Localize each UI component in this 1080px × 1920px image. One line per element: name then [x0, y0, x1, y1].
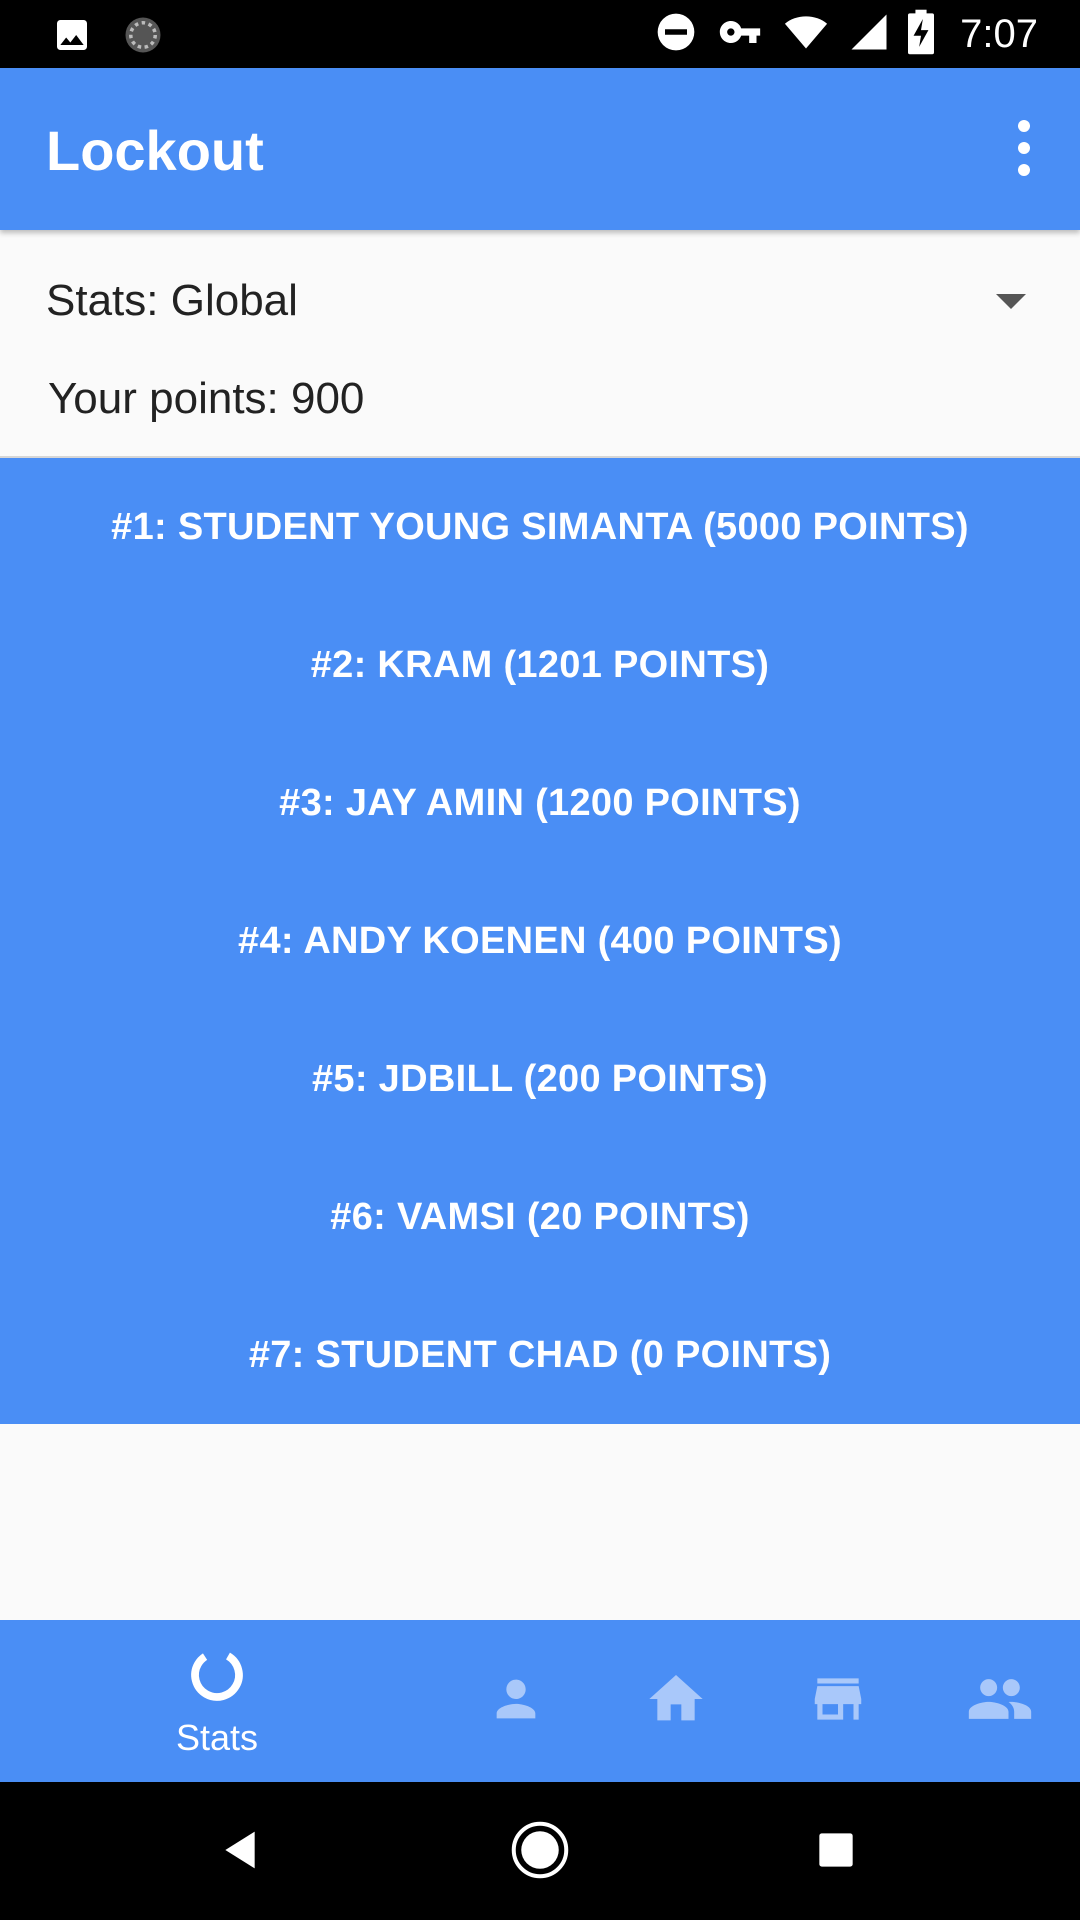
back-icon[interactable]	[218, 1828, 262, 1877]
nav-item-profile[interactable]	[468, 1620, 564, 1782]
leaderboard-row[interactable]: #1: STUDENT YOUNG SIMANTA (5000 POINTS)	[0, 458, 1080, 596]
sync-icon	[122, 14, 164, 61]
nav-item-stats[interactable]: Stats	[150, 1620, 284, 1782]
leaderboard-row[interactable]: #3: JAY AMIN (1200 POINTS)	[0, 734, 1080, 872]
store-icon	[807, 1668, 869, 1735]
signal-icon	[848, 11, 890, 58]
dropdown-arrow-icon	[996, 294, 1026, 309]
status-time: 7:07	[960, 11, 1038, 56]
nav-item-home[interactable]	[628, 1620, 724, 1782]
your-points-label: Your points: 900	[48, 374, 365, 423]
app-title: Lockout	[46, 119, 264, 182]
stats-ring-icon	[186, 1644, 248, 1711]
person-icon	[487, 1670, 545, 1733]
home-icon	[644, 1667, 708, 1736]
leaderboard-row[interactable]: #6: VAMSI (20 POINTS)	[0, 1148, 1080, 1286]
system-navigation-bar	[0, 1782, 1080, 1920]
leaderboard-list: #1: STUDENT YOUNG SIMANTA (5000 POINTS) …	[0, 458, 1080, 1424]
nav-item-store[interactable]	[790, 1620, 886, 1782]
stats-filter-area: Stats: Global Your points: 900	[0, 230, 1080, 458]
bottom-navigation: Stats	[0, 1620, 1080, 1782]
nav-label-stats: Stats	[175, 1716, 259, 1758]
home-circle-icon[interactable]	[510, 1820, 570, 1885]
wifi-icon	[782, 10, 830, 59]
battery-charging-icon	[908, 9, 935, 60]
stats-scope-dropdown[interactable]: Stats: Global	[0, 260, 1080, 340]
app-bar: Lockout	[0, 68, 1080, 230]
recents-icon[interactable]	[816, 1830, 856, 1875]
nav-item-group[interactable]	[952, 1620, 1048, 1782]
leaderboard-row[interactable]: #4: ANDY KOENEN (400 POINTS)	[0, 872, 1080, 1010]
group-icon	[966, 1665, 1034, 1738]
more-vert-icon[interactable]	[1004, 120, 1044, 176]
image-icon	[52, 15, 92, 60]
leaderboard-row[interactable]: #5: JDBILL (200 POINTS)	[0, 1010, 1080, 1148]
do-not-disturb-icon	[654, 10, 698, 59]
leaderboard-row[interactable]: #7: STUDENT CHAD (0 POINTS)	[0, 1286, 1080, 1424]
vpn-key-icon	[716, 10, 764, 59]
stats-scope-value: Stats: Global	[46, 276, 298, 325]
leaderboard-row[interactable]: #2: KRAM (1201 POINTS)	[0, 596, 1080, 734]
status-bar: 7:07	[0, 0, 1080, 68]
